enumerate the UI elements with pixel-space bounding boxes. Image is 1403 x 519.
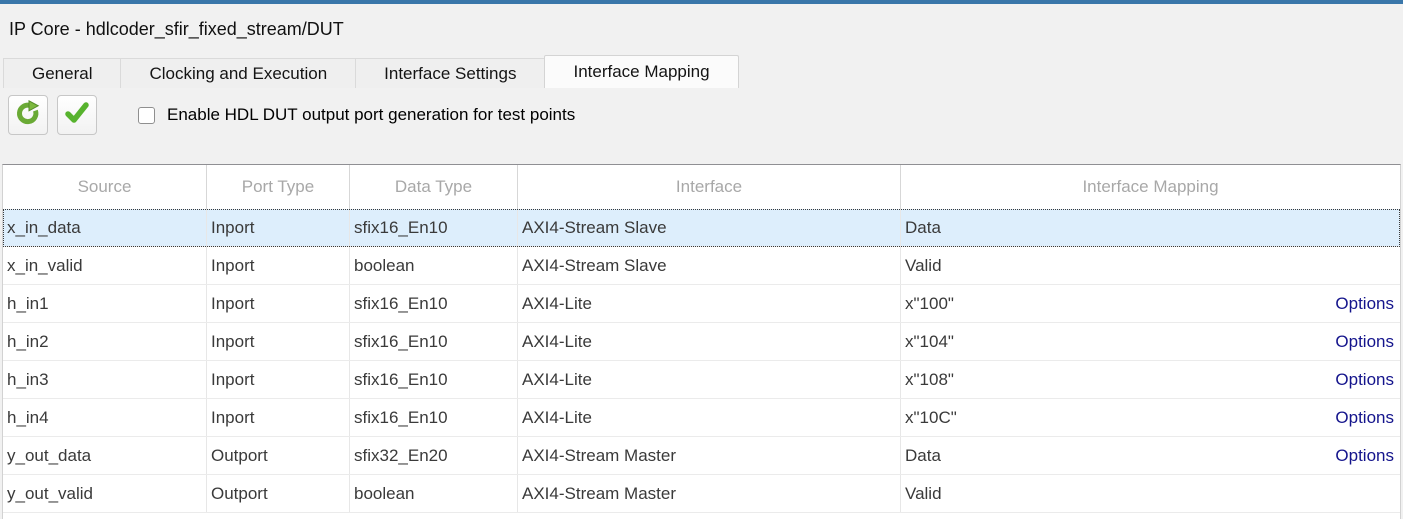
cell-interface[interactable]: AXI4-Stream Slave	[518, 247, 901, 284]
cell-source: y_out_valid	[3, 475, 207, 512]
cell-interface-mapping[interactable]: Valid	[901, 247, 1400, 284]
mapping-value: x"108"	[905, 370, 954, 390]
mapping-value: x"10C"	[905, 408, 957, 428]
cell-port-type: Inport	[207, 361, 350, 398]
cell-interface-mapping[interactable]: x"10C" Options	[901, 399, 1400, 436]
options-link[interactable]: Options	[1335, 332, 1394, 352]
mapping-value: Valid	[905, 484, 942, 504]
table-row-h_in1[interactable]: h_in1 Inport sfix16_En10 AXI4-Lite x"100…	[3, 285, 1400, 323]
table-row-h_in3[interactable]: h_in3 Inport sfix16_En10 AXI4-Lite x"108…	[3, 361, 1400, 399]
cell-source: h_in1	[3, 285, 207, 322]
cell-interface[interactable]: AXI4-Stream Master	[518, 475, 901, 512]
cell-port-type: Inport	[207, 399, 350, 436]
cell-data-type: sfix16_En10	[350, 323, 518, 360]
cell-interface[interactable]: AXI4-Lite	[518, 323, 901, 360]
cell-data-type: sfix16_En10	[350, 285, 518, 322]
cell-source: x_in_valid	[3, 247, 207, 284]
cell-source: x_in_data	[3, 209, 207, 246]
refresh-icon	[14, 99, 42, 132]
table-row-y_out_data[interactable]: y_out_data Outport sfix32_En20 AXI4-Stre…	[3, 437, 1400, 475]
mapping-value: Data	[905, 218, 941, 238]
cell-source: h_in2	[3, 323, 207, 360]
cell-interface-mapping[interactable]: x"108" Options	[901, 361, 1400, 398]
cell-port-type: Outport	[207, 475, 350, 512]
mapping-value: Data	[905, 446, 941, 466]
cell-interface-mapping[interactable]: Valid	[901, 475, 1400, 512]
table-header-row: Source Port Type Data Type Interface Int…	[3, 165, 1400, 209]
tab-interface-settings[interactable]: Interface Settings	[355, 58, 545, 88]
check-icon	[64, 100, 90, 131]
cell-port-type: Outport	[207, 437, 350, 474]
title-bar: IP Core - hdlcoder_sfir_fixed_stream/DUT	[0, 4, 1403, 55]
tab-interface-mapping[interactable]: Interface Mapping	[544, 55, 738, 88]
column-header-source: Source	[3, 165, 207, 209]
tab-clocking-and-execution[interactable]: Clocking and Execution	[120, 58, 356, 88]
test-points-checkbox[interactable]	[138, 107, 155, 124]
options-link[interactable]: Options	[1335, 408, 1394, 428]
cell-data-type: sfix16_En10	[350, 209, 518, 246]
interface-mapping-table: Source Port Type Data Type Interface Int…	[2, 164, 1401, 519]
column-header-interface: Interface	[518, 165, 901, 209]
cell-source: y_out_data	[3, 437, 207, 474]
cell-port-type: Inport	[207, 209, 350, 246]
table-row-h_in2[interactable]: h_in2 Inport sfix16_En10 AXI4-Lite x"104…	[3, 323, 1400, 361]
cell-data-type: boolean	[350, 247, 518, 284]
cell-interface[interactable]: AXI4-Lite	[518, 285, 901, 322]
cell-interface-mapping[interactable]: Data	[901, 209, 1400, 246]
cell-port-type: Inport	[207, 285, 350, 322]
table-row-y_out_valid[interactable]: y_out_valid Outport boolean AXI4-Stream …	[3, 475, 1400, 513]
cell-interface-mapping[interactable]: x"100" Options	[901, 285, 1400, 322]
cell-source: h_in4	[3, 399, 207, 436]
tab-bar: General Clocking and Execution Interface…	[0, 55, 1403, 88]
column-header-port-type: Port Type	[207, 165, 350, 209]
cell-interface-mapping[interactable]: x"104" Options	[901, 323, 1400, 360]
cell-data-type: sfix16_En10	[350, 361, 518, 398]
cell-port-type: Inport	[207, 323, 350, 360]
table-row-x_in_data[interactable]: x_in_data Inport sfix16_En10 AXI4-Stream…	[3, 209, 1400, 247]
table-row-h_in4[interactable]: h_in4 Inport sfix16_En10 AXI4-Lite x"10C…	[3, 399, 1400, 437]
cell-data-type: boolean	[350, 475, 518, 512]
cell-data-type: sfix32_En20	[350, 437, 518, 474]
cell-interface[interactable]: AXI4-Stream Master	[518, 437, 901, 474]
cell-interface[interactable]: AXI4-Stream Slave	[518, 209, 901, 246]
options-link[interactable]: Options	[1335, 446, 1394, 466]
cell-interface[interactable]: AXI4-Lite	[518, 361, 901, 398]
options-link[interactable]: Options	[1335, 370, 1394, 390]
cell-interface[interactable]: AXI4-Lite	[518, 399, 901, 436]
options-link[interactable]: Options	[1335, 294, 1394, 314]
mapping-value: x"104"	[905, 332, 954, 352]
test-points-checkbox-label: Enable HDL DUT output port generation fo…	[167, 105, 575, 125]
cell-port-type: Inport	[207, 247, 350, 284]
refresh-button[interactable]	[8, 95, 48, 135]
page-title: IP Core - hdlcoder_sfir_fixed_stream/DUT	[9, 19, 344, 40]
table-row-x_in_valid[interactable]: x_in_valid Inport boolean AXI4-Stream Sl…	[3, 247, 1400, 285]
column-header-interface-mapping: Interface Mapping	[901, 165, 1400, 209]
mapping-value: Valid	[905, 256, 942, 276]
validate-button[interactable]	[57, 95, 97, 135]
cell-interface-mapping[interactable]: Data Options	[901, 437, 1400, 474]
mapping-value: x"100"	[905, 294, 954, 314]
cell-source: h_in3	[3, 361, 207, 398]
column-header-data-type: Data Type	[350, 165, 518, 209]
toolbar: Enable HDL DUT output port generation fo…	[0, 88, 1403, 167]
tab-general[interactable]: General	[3, 58, 121, 88]
cell-data-type: sfix16_En10	[350, 399, 518, 436]
